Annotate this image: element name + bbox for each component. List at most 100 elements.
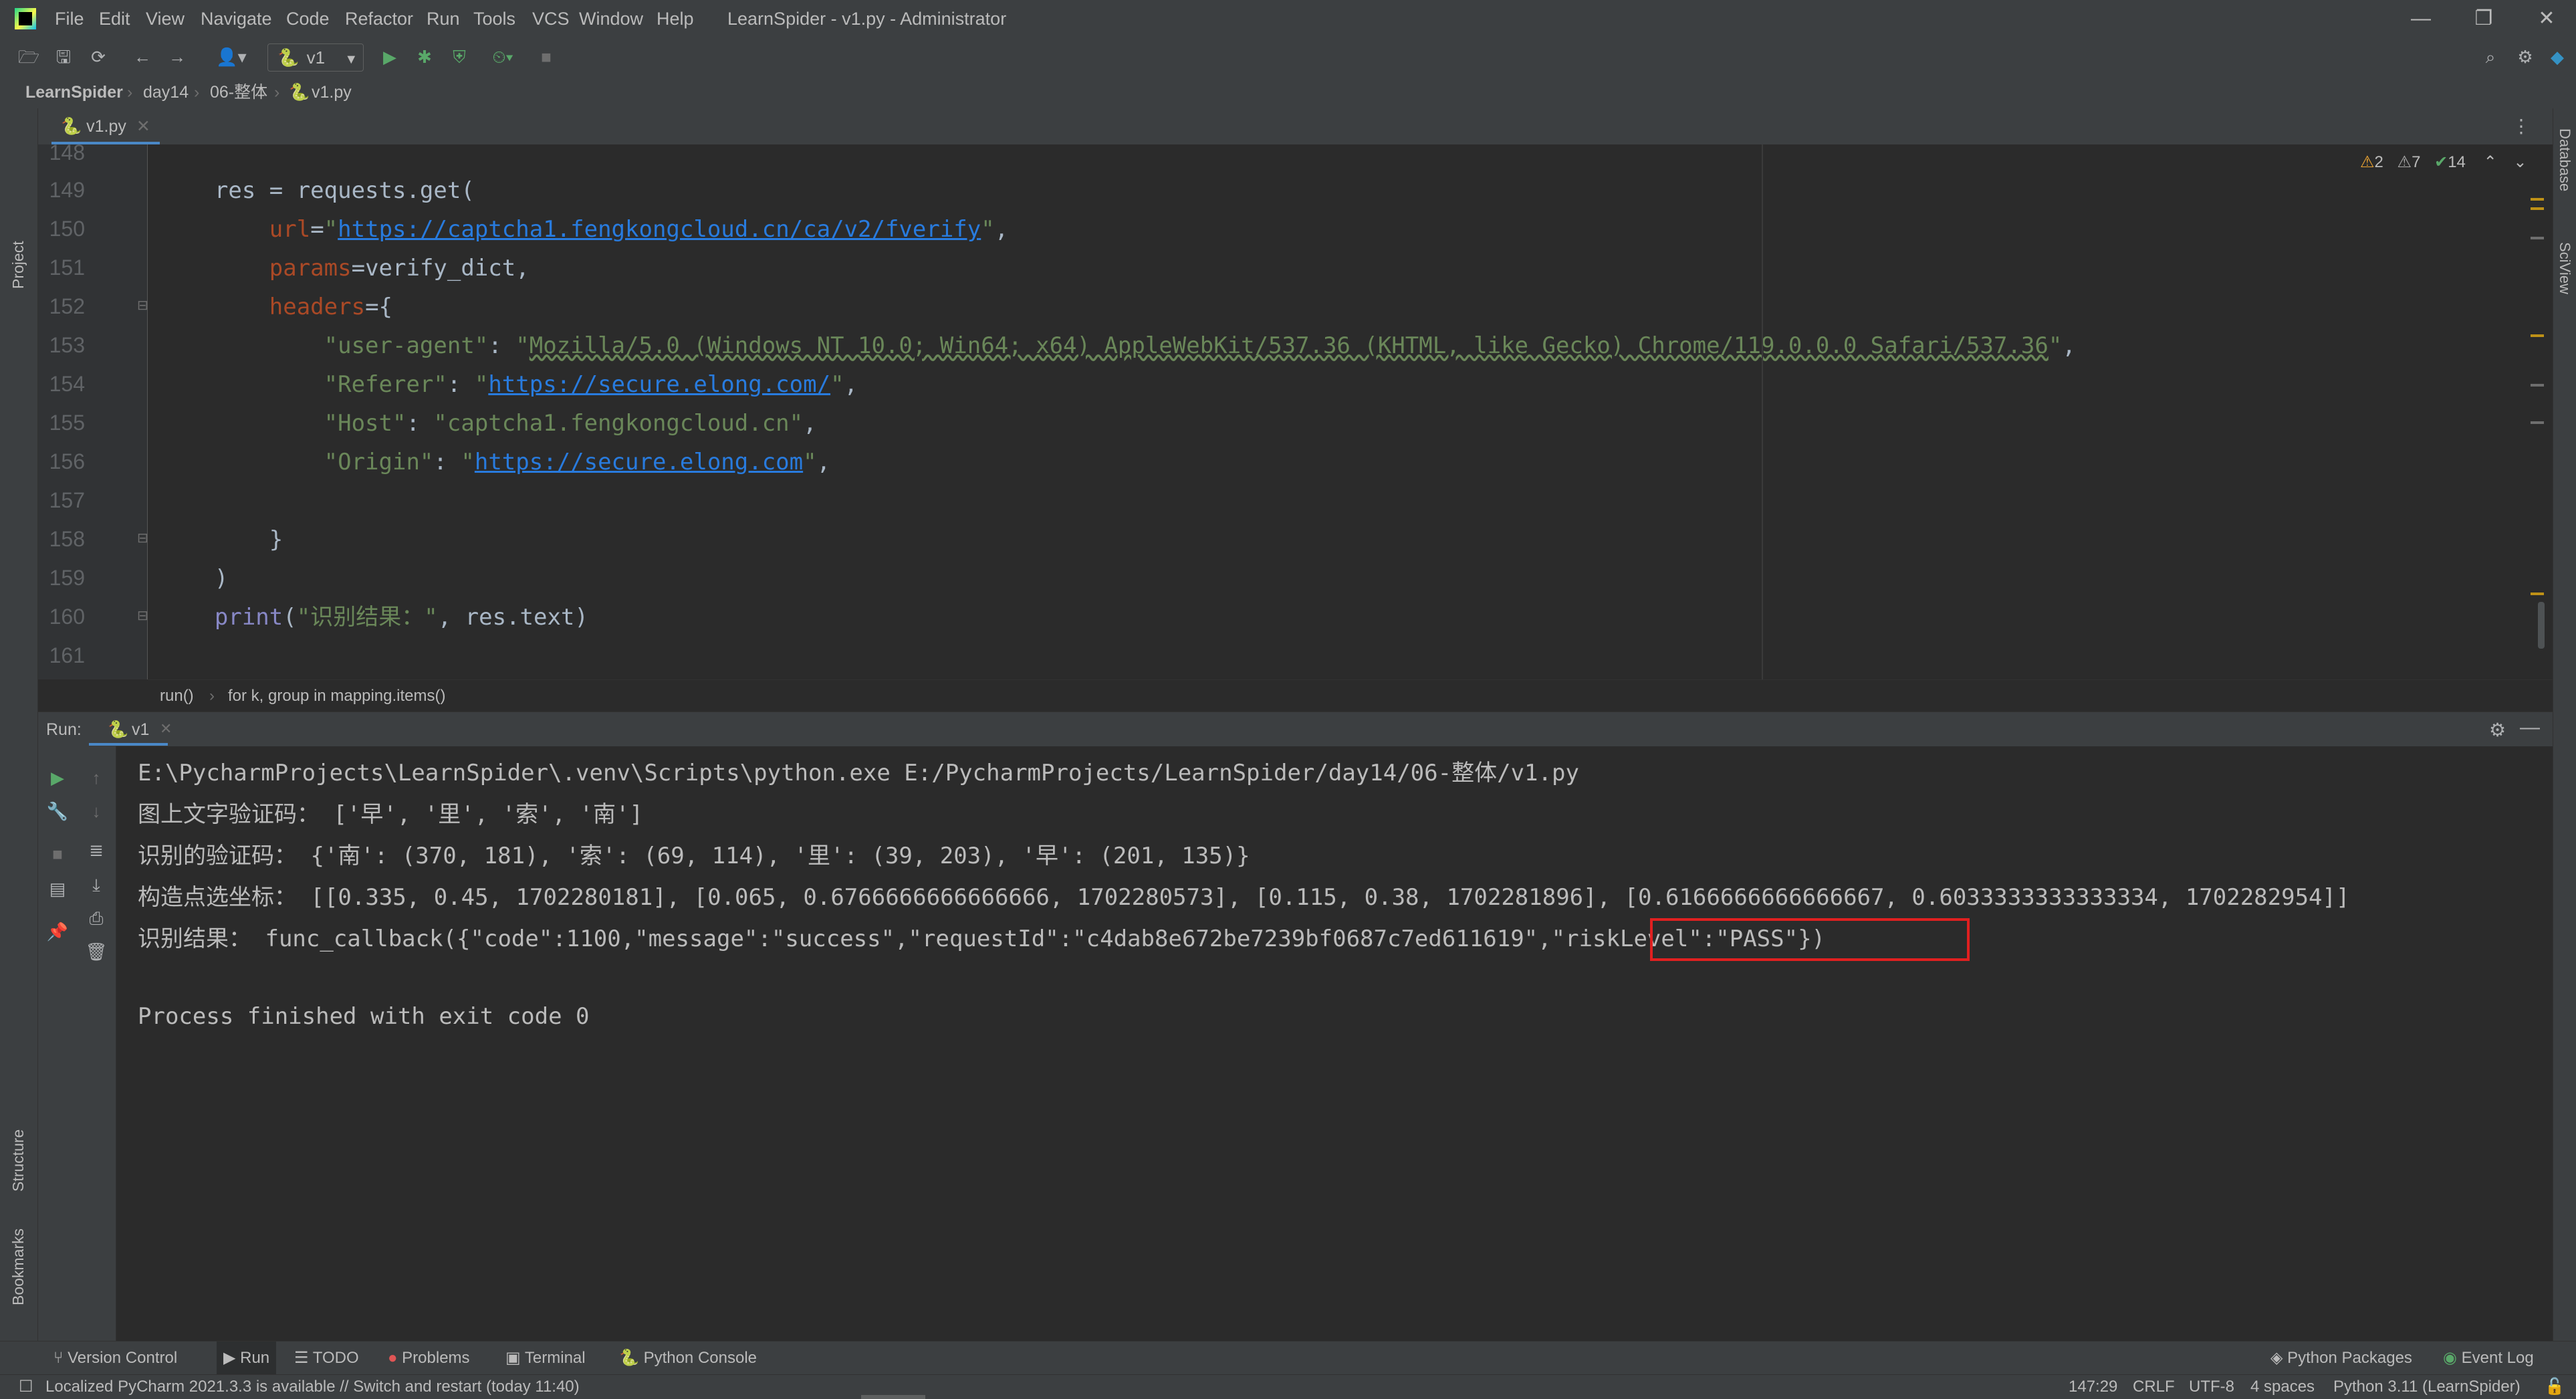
code-editor[interactable]: res = requests.get( url="https://captcha… bbox=[148, 144, 2553, 679]
fold-icon[interactable]: ⊟ bbox=[137, 530, 148, 546]
main-toolbar: 🗁 🖫 ⟳ ← → 👤▾ 🐍 v1 ▼ ▶ ✱ ⛨ ⏲▾ ■ ⌕ ⚙ ◆ bbox=[0, 37, 2576, 77]
database-tool-tab[interactable]: Database bbox=[2556, 128, 2573, 191]
minimize-icon[interactable]: — bbox=[2391, 0, 2451, 37]
down-arrow-icon[interactable]: ↓ bbox=[85, 800, 108, 823]
code-line: headers={ bbox=[269, 294, 393, 320]
python-console-tab[interactable]: 🐍 Python Console bbox=[619, 1341, 757, 1375]
search-icon[interactable]: ⌕ bbox=[2479, 45, 2502, 68]
inspection-widget[interactable]: ⚠2 ⚠7 ✔14 ⌃ ⌄ bbox=[2360, 152, 2527, 177]
editor-tab-v1[interactable]: 🐍 v1.py ✕ bbox=[51, 108, 160, 144]
menu-help[interactable]: Help bbox=[657, 0, 694, 37]
run-config-selector[interactable]: 🐍 v1 ▼ bbox=[267, 43, 364, 72]
error-stripe-marker[interactable] bbox=[2531, 237, 2544, 239]
menu-tools[interactable]: Tools bbox=[473, 0, 515, 37]
debug-icon[interactable]: ✱ bbox=[413, 45, 436, 68]
hide-panel-icon[interactable]: — bbox=[2520, 716, 2540, 739]
open-icon[interactable]: 🗁 bbox=[17, 45, 40, 68]
file-encoding[interactable]: UTF-8 bbox=[2189, 1375, 2234, 1399]
menu-window[interactable]: Window bbox=[579, 0, 643, 37]
event-log-tab[interactable]: ◉ Event Log bbox=[2443, 1341, 2534, 1375]
stop-icon[interactable]: ■ bbox=[535, 45, 558, 68]
layout-icon[interactable]: ▤ bbox=[46, 877, 69, 900]
up-arrow-icon[interactable]: ↑ bbox=[85, 766, 108, 789]
python-packages-tab[interactable]: ◈ Python Packages bbox=[2270, 1341, 2412, 1375]
error-stripe-marker[interactable] bbox=[2531, 384, 2544, 387]
scroll-to-end-icon[interactable]: ⤓ bbox=[85, 873, 108, 896]
status-message[interactable]: Localized PyCharm 2021.3.3 is available … bbox=[45, 1375, 580, 1399]
run-console[interactable]: E:\PycharmProjects\LearnSpider\.venv\Scr… bbox=[116, 746, 2553, 1341]
save-icon[interactable]: 🖫 bbox=[52, 45, 75, 68]
line-separator[interactable]: CRLF bbox=[2133, 1375, 2175, 1399]
warning-count: 2 bbox=[2374, 153, 2383, 171]
close-icon[interactable]: ✕ bbox=[2516, 0, 2576, 37]
settings-icon[interactable]: ⚙ bbox=[2489, 719, 2506, 741]
settings-icon[interactable]: ⚙ bbox=[2514, 45, 2537, 68]
left-tool-strip: Project Structure Bookmarks bbox=[0, 108, 38, 1341]
menu-file[interactable]: File bbox=[55, 0, 84, 37]
console-line: 图上文字验证码： ['早', '里', '索', '南'] bbox=[138, 801, 643, 828]
error-stripe-marker[interactable] bbox=[2531, 198, 2544, 201]
lock-icon[interactable]: 🔓 bbox=[2545, 1375, 2565, 1399]
sciview-tool-tab[interactable]: SciView bbox=[2556, 242, 2573, 294]
stop-icon[interactable]: ■ bbox=[46, 843, 69, 865]
user-icon[interactable]: 👤▾ bbox=[211, 45, 251, 68]
menu-refactor[interactable]: Refactor bbox=[345, 0, 413, 37]
close-tab-icon[interactable]: ✕ bbox=[136, 117, 150, 136]
line-number: 160 bbox=[49, 605, 85, 629]
menu-navigate[interactable]: Navigate bbox=[201, 0, 272, 37]
print-icon[interactable]: ⎙ bbox=[85, 907, 108, 930]
update-icon[interactable]: ◆ bbox=[2546, 45, 2569, 68]
run-icon[interactable]: ▶ bbox=[378, 45, 401, 68]
back-icon[interactable]: ← bbox=[131, 45, 154, 68]
error-stripe-marker[interactable] bbox=[2531, 334, 2544, 337]
error-stripe-marker[interactable] bbox=[2531, 593, 2544, 595]
rerun-icon[interactable]: ▶ bbox=[46, 766, 69, 789]
problems-tab[interactable]: ● Problems bbox=[388, 1341, 470, 1375]
fold-icon[interactable]: ⊟ bbox=[137, 607, 148, 624]
previous-highlight-icon[interactable]: ⌃ bbox=[2484, 153, 2497, 171]
run-tab[interactable]: ▶ Run bbox=[217, 1341, 277, 1375]
fold-icon[interactable]: ⊟ bbox=[137, 297, 148, 314]
breadcrumb-day14[interactable]: day14 bbox=[143, 76, 189, 108]
editor-scrollbar[interactable] bbox=[2538, 602, 2545, 649]
indent-setting[interactable]: 4 spaces bbox=[2250, 1375, 2315, 1399]
close-tab-icon[interactable]: ✕ bbox=[160, 720, 172, 738]
code-crumb-loop[interactable]: for k, group in mapping.items() bbox=[228, 687, 445, 706]
trash-icon[interactable]: 🗑 bbox=[85, 940, 108, 963]
project-tool-tab[interactable]: Project bbox=[9, 241, 27, 289]
interpreter-selector[interactable]: Python 3.11 (LearnSpider) bbox=[2333, 1375, 2521, 1399]
breadcrumb-file[interactable]: v1.py bbox=[312, 76, 352, 108]
restore-icon[interactable]: ❐ bbox=[2454, 0, 2514, 37]
error-stripe-marker[interactable] bbox=[2531, 207, 2544, 210]
run-tab-label[interactable]: v1 bbox=[132, 720, 149, 740]
line-number: 154 bbox=[49, 372, 85, 396]
menu-code[interactable]: Code bbox=[286, 0, 330, 37]
line-number: 159 bbox=[49, 566, 85, 590]
wrench-icon[interactable]: 🔧 bbox=[46, 800, 69, 823]
branch-icon: ⑂ bbox=[53, 1349, 68, 1367]
forward-icon[interactable]: → bbox=[166, 45, 189, 68]
menu-vcs[interactable]: VCS bbox=[532, 0, 570, 37]
weak-warning-count: 7 bbox=[2412, 153, 2421, 171]
breadcrumb-folder[interactable]: 06-整体 bbox=[210, 76, 267, 108]
menu-edit[interactable]: Edit bbox=[99, 0, 130, 37]
code-crumb-function[interactable]: run() bbox=[160, 687, 194, 706]
next-highlight-icon[interactable]: ⌄ bbox=[2513, 153, 2527, 171]
sync-icon[interactable]: ⟳ bbox=[87, 45, 110, 68]
coverage-icon[interactable]: ⛨ bbox=[448, 45, 471, 68]
version-control-tab[interactable]: ⑂ Version Control bbox=[53, 1341, 177, 1375]
structure-tool-tab[interactable]: Structure bbox=[9, 1129, 27, 1192]
profile-icon[interactable]: ⏲▾ bbox=[483, 45, 523, 68]
menu-run[interactable]: Run bbox=[427, 0, 460, 37]
code-line: ) bbox=[160, 565, 229, 592]
error-stripe-marker[interactable] bbox=[2531, 421, 2544, 424]
caret-position[interactable]: 147:29 bbox=[2069, 1375, 2117, 1399]
menu-view[interactable]: View bbox=[146, 0, 185, 37]
todo-tab[interactable]: ☰ TODO bbox=[294, 1341, 359, 1375]
soft-wrap-icon[interactable]: ≣ bbox=[85, 839, 108, 861]
terminal-tab[interactable]: ▣ Terminal bbox=[505, 1341, 586, 1375]
bookmarks-tool-tab[interactable]: Bookmarks bbox=[9, 1228, 27, 1305]
more-options-icon[interactable]: ⋮ bbox=[2512, 115, 2531, 137]
breadcrumb-project[interactable]: LearnSpider bbox=[25, 76, 123, 108]
pin-icon[interactable]: 📌 bbox=[46, 920, 69, 943]
